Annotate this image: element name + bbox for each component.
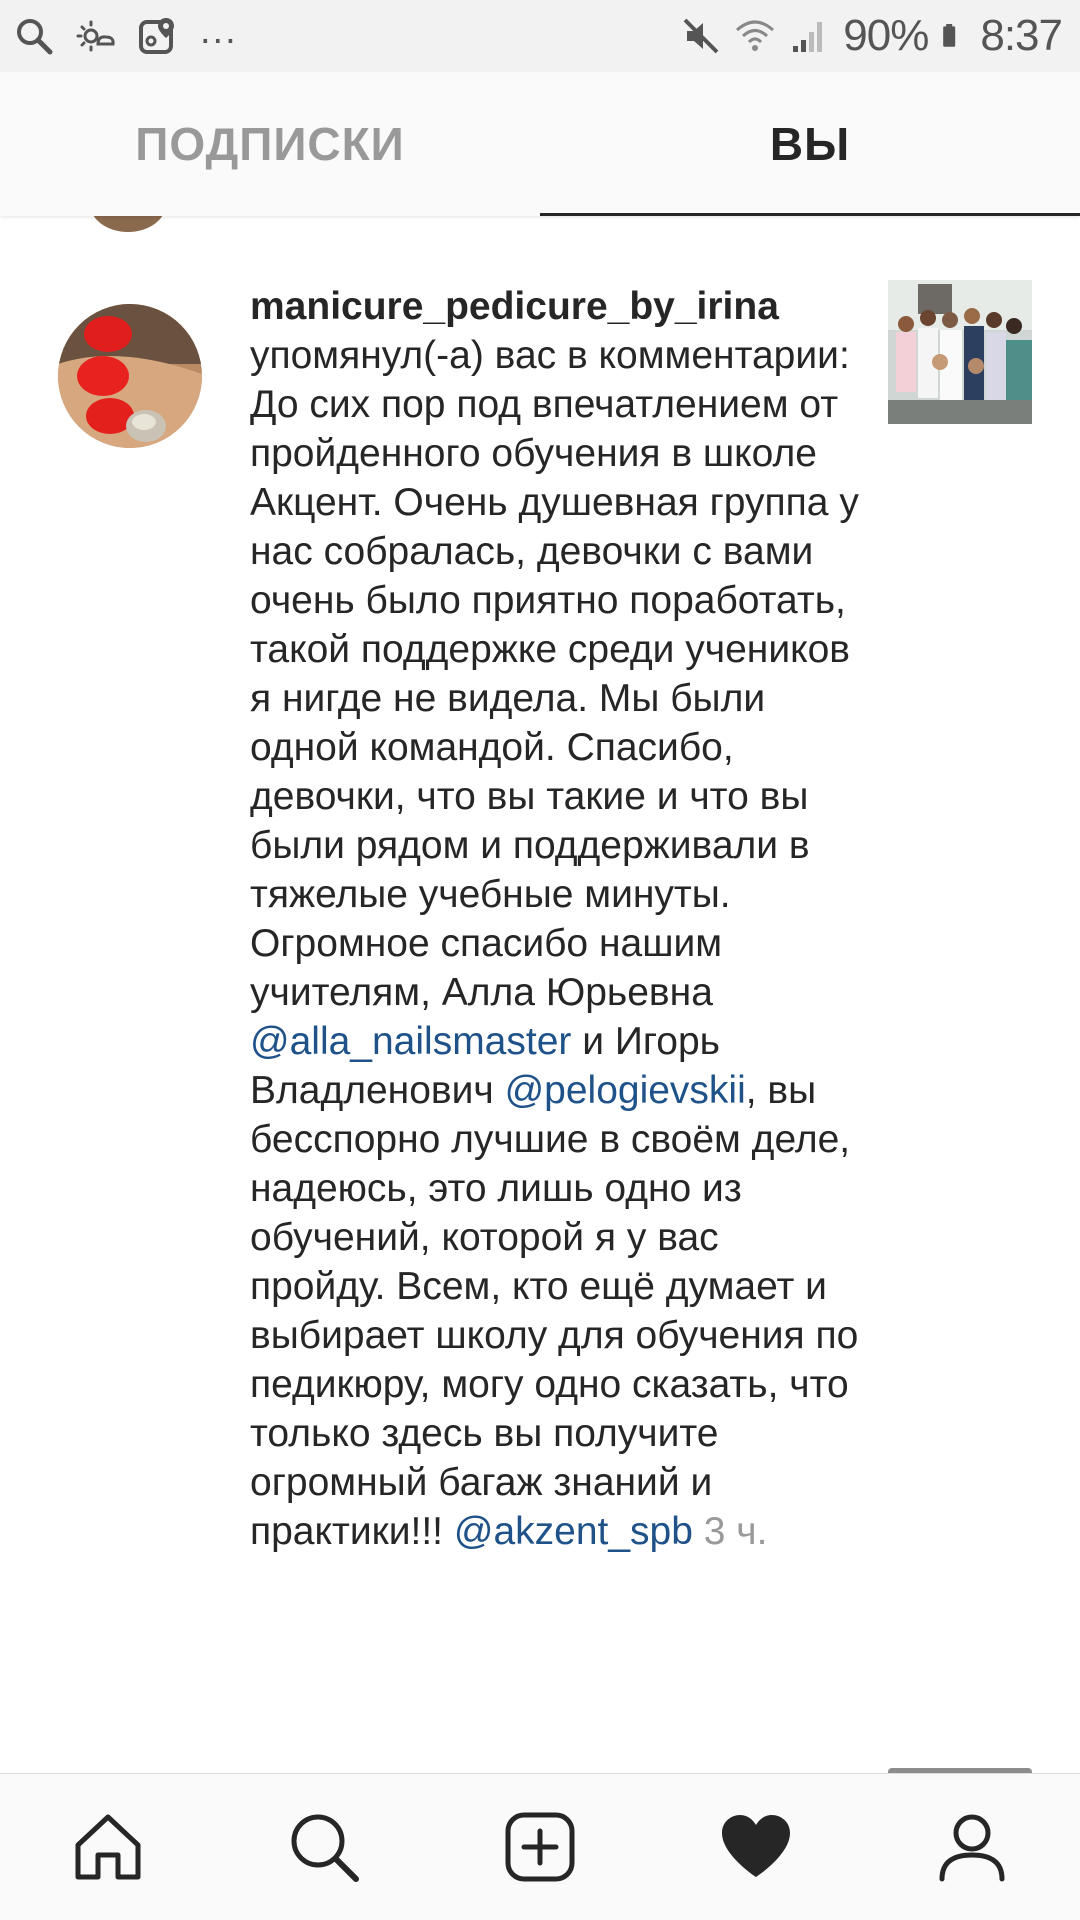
post-thumbnail[interactable] xyxy=(888,280,1032,424)
profile-icon xyxy=(939,1814,1005,1882)
timestamp: 3 ч. xyxy=(703,1510,768,1553)
signal-icon xyxy=(793,22,823,52)
battery-percent: 90% xyxy=(843,11,929,60)
tab-following[interactable]: ПОДПИСКИ xyxy=(0,72,540,216)
status-bar-right: 90% 8:37 xyxy=(667,11,1063,61)
avatar-image xyxy=(58,304,202,448)
avatar[interactable] xyxy=(58,304,202,448)
mention-pelogievskii[interactable]: @pelogievskii xyxy=(505,1069,746,1112)
wifi-icon xyxy=(736,20,775,51)
mute-icon xyxy=(683,18,719,54)
bottom-navigation xyxy=(0,1773,1080,1920)
add-post-icon xyxy=(505,1812,575,1882)
search-icon xyxy=(17,19,53,55)
mention-alla-nailsmaster[interactable]: @alla_nailsmaster xyxy=(250,1020,571,1063)
activity-feed[interactable]: manicure_pedicure_by_irina упомянул(-а) … xyxy=(0,216,1080,1774)
username-link[interactable]: manicure_pedicure_by_irina xyxy=(250,285,779,328)
overflow-indicator: ... xyxy=(200,10,238,52)
weather-icon xyxy=(76,20,115,52)
post-thumbnail-image xyxy=(888,280,1032,424)
battery-icon xyxy=(943,24,956,47)
mention-akzent-spb[interactable]: @akzent_spb xyxy=(454,1510,693,1553)
nav-profile[interactable] xyxy=(922,1797,1022,1897)
nav-add-post[interactable] xyxy=(490,1797,590,1897)
maps-icon xyxy=(139,18,174,54)
nav-activity[interactable] xyxy=(706,1797,806,1897)
comment-text-part-1: упомянул(-а) вас в комментарии: До сих п… xyxy=(250,334,859,1014)
notification-text: manicure_pedicure_by_irina упомянул(-а) … xyxy=(250,282,860,1556)
mention-notification[interactable]: manicure_pedicure_by_irina упомянул(-а) … xyxy=(0,280,1080,1742)
comment-text-part-3: , вы бесспорно лучшие в своём деле, наде… xyxy=(250,1069,859,1553)
nav-search[interactable] xyxy=(274,1797,374,1897)
clock: 8:37 xyxy=(980,11,1063,60)
nav-home[interactable] xyxy=(58,1797,158,1897)
activity-tabs: ПОДПИСКИ ВЫ xyxy=(0,72,1080,216)
home-icon xyxy=(75,1814,141,1880)
activity-heart-icon xyxy=(722,1815,790,1877)
search-icon xyxy=(291,1814,359,1882)
status-bar: ... 90% 8:37 xyxy=(0,0,1080,72)
status-bar-left: ... xyxy=(14,12,260,56)
previous-avatar-edge xyxy=(90,216,166,232)
tab-you[interactable]: ВЫ xyxy=(540,72,1080,216)
